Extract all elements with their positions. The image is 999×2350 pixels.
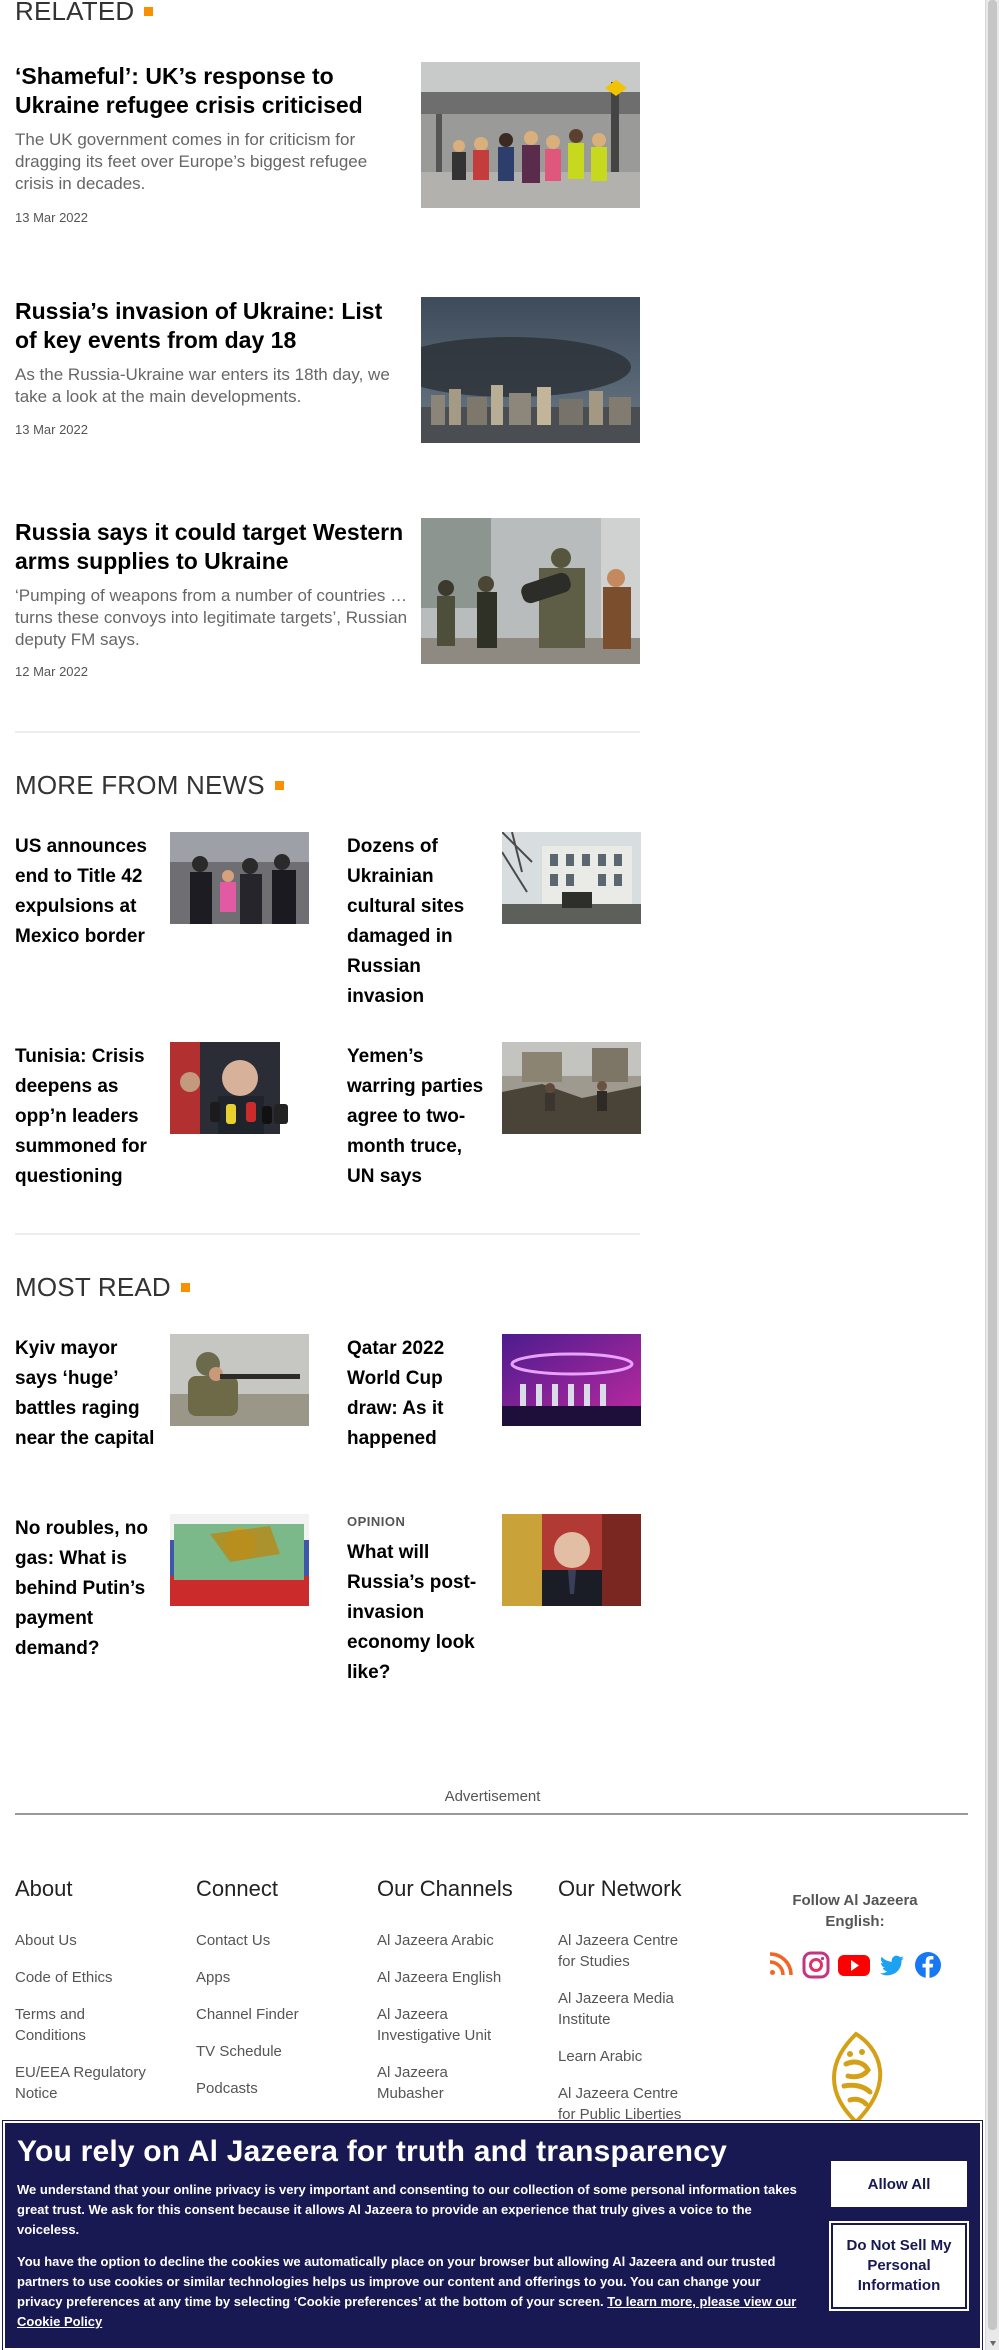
article-date: 13 Mar 2022 [15,422,88,437]
footer-link[interactable]: Al Jazeera Centre for Public Liberties [558,2083,698,2125]
do-not-sell-button[interactable]: Do Not Sell My Personal Information [829,2221,969,2311]
section-divider [15,1233,640,1235]
advertisement-divider [15,1813,968,1815]
most-read-card[interactable]: No roubles, no gas: What is behind Putin… [15,1514,310,1714]
footer-link[interactable]: Al Jazeera Centre for Studies [558,1930,698,1972]
most-read-heading: MOST READ [15,1272,190,1303]
footer-column-about: About About Us Code of Ethics Terms and … [15,1876,185,2120]
border-agents-photo[interactable] [170,832,309,924]
footer-link[interactable]: Al Jazeera Arabic [377,1930,547,1951]
footer-link[interactable]: Al Jazeera Media Institute [558,1988,698,2030]
footer-link[interactable]: Channel Finder [196,2004,366,2025]
footer-column-connect: Connect Contact Us Apps Channel Finder T… [196,1876,366,2115]
footer-link[interactable]: Podcasts [196,2078,366,2099]
cookie-consent-banner: You rely on Al Jazeera for truth and tra… [2,2120,983,2350]
article-title[interactable]: Russia says it could target Western arms… [15,518,410,576]
opinion-kicker: OPINION [347,1514,406,1529]
footer-link[interactable]: About Us [15,1930,185,1951]
news-card-title[interactable]: US announces end to Title 42 expulsions … [15,832,155,952]
news-card-title[interactable]: Tunisia: Crisis deepens as opp’n leaders… [15,1042,155,1192]
rss-icon[interactable] [767,1950,795,1985]
facebook-icon[interactable] [913,1950,943,1985]
most-read-card-title[interactable]: Qatar 2022 World Cup draw: As it happene… [347,1334,487,1454]
section-divider [15,731,640,733]
most-read-card-title[interactable]: Kyiv mayor says ‘huge’ battles raging ne… [15,1334,155,1454]
al-jazeera-logo[interactable] [820,2030,892,2130]
soldier-rifle-photo[interactable] [170,1334,309,1426]
twitter-icon[interactable] [877,1950,907,1985]
footer-link[interactable]: Terms and Conditions [15,2004,135,2046]
related-heading: RELATED [15,0,154,27]
page-scrollbar[interactable] [985,0,999,2350]
footer-link[interactable]: EU/EEA Regulatory Notice [15,2062,155,2104]
footer-heading: Our Network [558,1876,682,1901]
most-read-card[interactable]: Qatar 2022 World Cup draw: As it happene… [347,1334,642,1534]
consent-paragraph: You have the option to decline the cooki… [17,2252,803,2332]
consent-heading: You rely on Al Jazeera for truth and tra… [17,2135,727,2168]
article-summary: As the Russia-Ukraine war enters its 18t… [15,365,390,406]
footer-link[interactable]: Al Jazeera English [377,1967,547,1988]
related-article[interactable]: Russia says it could target Western arms… [15,518,640,679]
press-microphones-photo[interactable] [170,1042,309,1134]
footer-link[interactable]: Learn Arabic [558,2046,728,2067]
article-date: 13 Mar 2022 [15,210,88,225]
follow-section: Follow Al Jazeera English: [767,1890,943,1985]
news-card[interactable]: US announces end to Title 42 expulsions … [15,832,310,1032]
most-read-card-title[interactable]: What will Russia’s post-invasion economy… [347,1538,487,1688]
scroll-down-arrow-icon[interactable] [990,2341,996,2346]
footer-column-network: Our Network Al Jazeera Centre for Studie… [558,1876,728,2141]
news-card-title[interactable]: Dozens of Ukrainian cultural sites damag… [347,832,487,1012]
related-article[interactable]: ‘Shameful’: UK’s response to Ukraine ref… [15,62,640,225]
refugees-crossing-photo[interactable] [421,62,640,208]
allow-all-button[interactable]: Allow All [831,2161,967,2207]
youtube-icon[interactable] [837,1950,871,1985]
damaged-building-photo[interactable] [502,832,641,924]
rubble-photo[interactable] [502,1042,641,1134]
related-heading-label: RELATED [15,0,135,26]
article-summary: The UK government comes in for criticism… [15,130,368,193]
accent-square [274,781,284,790]
news-card-title[interactable]: Yemen’s warring parties agree to two-mon… [347,1042,487,1192]
page: RELATED ‘Shameful’: UK’s response to Ukr… [0,0,985,2350]
rouble-banknote-photo[interactable] [170,1514,309,1606]
footer-link[interactable]: Apps [196,1967,366,1988]
instagram-icon[interactable] [801,1950,831,1985]
news-card[interactable]: Yemen’s warring parties agree to two-mon… [347,1042,642,1242]
article-title[interactable]: ‘Shameful’: UK’s response to Ukraine ref… [15,62,410,120]
footer-link[interactable]: Code of Ethics [15,1967,185,1988]
footer-link[interactable]: Al Jazeera Investigative Unit [377,2004,517,2046]
social-links [767,1950,943,1985]
most-read-card[interactable]: Kyiv mayor says ‘huge’ battles raging ne… [15,1334,310,1534]
article-date: 12 Mar 2022 [15,664,88,679]
accent-square [180,1283,190,1292]
most-read-heading-label: MOST READ [15,1272,171,1302]
footer-link[interactable]: Al Jazeera Mubasher [377,2062,477,2104]
most-read-card[interactable]: OPINION What will Russia’s post-invasion… [347,1514,642,1714]
more-from-news-heading-label: MORE FROM NEWS [15,770,265,800]
article-title[interactable]: Russia’s invasion of Ukraine: List of ke… [15,297,410,355]
footer-column-channels: Our Channels Al Jazeera Arabic Al Jazeer… [377,1876,547,2120]
footer-heading: About [15,1876,73,1901]
world-cup-draw-photo[interactable] [502,1334,641,1426]
footer-link[interactable]: TV Schedule [196,2041,366,2062]
more-from-news-heading: MORE FROM NEWS [15,770,284,801]
scrollbar-thumb[interactable] [988,0,997,2330]
accent-square [144,7,154,16]
footer-link[interactable]: Contact Us [196,1930,366,1951]
soldiers-weapons-photo[interactable] [421,518,640,664]
advertisement-label: Advertisement [444,1788,541,1805]
consent-paragraph: We understand that your online privacy i… [17,2182,797,2237]
putin-portrait-photo[interactable] [502,1514,641,1606]
most-read-card-title[interactable]: No roubles, no gas: What is behind Putin… [15,1514,155,1664]
follow-label: Follow Al Jazeera English: [792,1892,918,1930]
footer-heading: Connect [196,1876,278,1901]
city-smoke-photo[interactable] [421,297,640,443]
footer-heading: Our Channels [377,1876,513,1901]
related-article[interactable]: Russia’s invasion of Ukraine: List of ke… [15,297,640,447]
news-card[interactable]: Tunisia: Crisis deepens as opp’n leaders… [15,1042,310,1242]
news-card[interactable]: Dozens of Ukrainian cultural sites damag… [347,832,642,1032]
article-summary: ‘Pumping of weapons from a number of cou… [15,586,408,649]
